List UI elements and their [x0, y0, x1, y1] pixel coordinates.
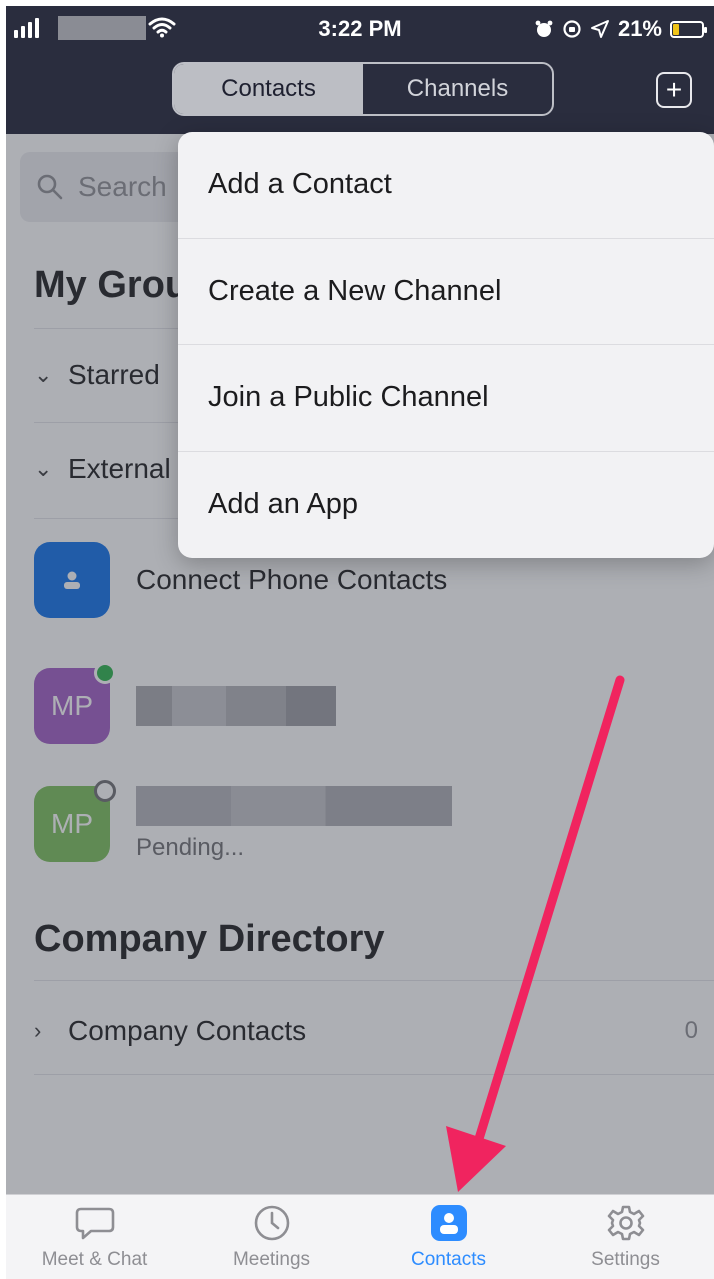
bottom-tab-bar: Meet & Chat Meetings Contacts Settings: [6, 1194, 714, 1279]
menu-item-add-app[interactable]: Add an App: [178, 452, 714, 559]
status-right: 21%: [534, 16, 707, 42]
clock-icon: [254, 1205, 289, 1241]
phone-screen: My Groups ⌄ Starred 0 ⌄ External Contact…: [6, 6, 714, 1279]
contacts-channels-switch[interactable]: Contacts Channels: [172, 62, 554, 116]
gear-icon: [607, 1205, 644, 1241]
tab-contacts[interactable]: Contacts: [174, 64, 363, 114]
plus-square-icon: +: [665, 74, 683, 105]
tab-label: Meetings: [232, 1249, 311, 1270]
orientation-lock-icon: [563, 20, 581, 38]
add-button[interactable]: +: [656, 72, 692, 108]
battery-icon: [670, 20, 707, 38]
menu-item-add-contact[interactable]: Add a Contact: [178, 132, 714, 239]
tab-settings[interactable]: Settings: [537, 1195, 714, 1279]
alarm-icon: [535, 20, 553, 37]
tab-label: Settings: [591, 1249, 660, 1270]
tab-meetings[interactable]: Meetings: [183, 1195, 360, 1279]
tab-contacts-nav[interactable]: Contacts: [360, 1195, 537, 1279]
menu-item-create-channel[interactable]: Create a New Channel: [178, 239, 714, 345]
battery-fill: [673, 23, 679, 35]
contact-card-icon: [430, 1205, 467, 1241]
tab-meet-chat[interactable]: Meet & Chat: [6, 1195, 183, 1279]
top-bar: 3:22 PM 21% Contacts Channels +: [6, 6, 714, 134]
tab-label: Meet & Chat: [41, 1249, 148, 1270]
add-menu-popup: Add a Contact Create a New Channel Join …: [178, 132, 714, 558]
location-icon: [590, 20, 609, 38]
tab-label: Contacts: [411, 1249, 486, 1270]
battery-percent: 21%: [617, 16, 662, 41]
tab-channels[interactable]: Channels: [363, 64, 552, 114]
status-bar: 3:22 PM 21%: [6, 6, 714, 52]
chat-bubble-icon: [75, 1207, 114, 1240]
menu-item-join-public-channel[interactable]: Join a Public Channel: [178, 345, 714, 452]
